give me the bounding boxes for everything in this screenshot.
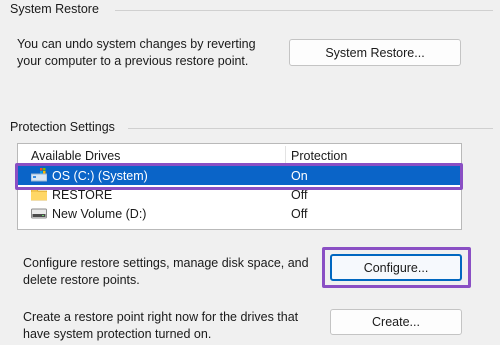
drive-icon	[31, 208, 47, 219]
configure-description-line2: delete restore points.	[23, 273, 140, 287]
drive-row-restore[interactable]: RESTORE Off	[18, 185, 461, 204]
drive-protection-status: Off	[291, 188, 308, 202]
system-restore-description-line1: You can undo system changes by reverting	[17, 37, 256, 51]
drive-row-os-c[interactable]: OS (C:) (System) On	[18, 166, 461, 185]
column-header-separator[interactable]	[285, 146, 286, 164]
drive-name: OS (C:) (System)	[52, 169, 148, 183]
system-restore-group-divider	[115, 10, 493, 11]
folder-icon	[30, 188, 48, 201]
system-drive-icon	[30, 168, 48, 182]
drive-protection-status: On	[291, 169, 308, 183]
drive-protection-status: Off	[291, 207, 308, 221]
column-header-available-drives[interactable]: Available Drives	[31, 149, 120, 163]
system-restore-description-line2: your computer to a previous restore poin…	[17, 54, 249, 68]
drive-name: RESTORE	[52, 188, 113, 202]
configure-description-line1: Configure restore settings, manage disk …	[23, 256, 309, 270]
drive-name: New Volume (D:)	[52, 207, 147, 221]
column-header-protection[interactable]: Protection	[291, 149, 347, 163]
create-description-line2: have system protection turned on.	[23, 327, 212, 341]
protection-settings-group-title: Protection Settings	[10, 120, 115, 134]
create-button[interactable]: Create...	[330, 309, 462, 335]
drives-list[interactable]: Available Drives Protection OS (C:) (Sys…	[17, 143, 462, 230]
create-description-line1: Create a restore point right now for the…	[23, 310, 299, 324]
create-description: Create a restore point right now for the…	[23, 309, 298, 343]
system-restore-description: You can undo system changes by reverting…	[17, 36, 256, 70]
system-restore-group-title: System Restore	[10, 2, 99, 16]
protection-settings-group-divider	[128, 128, 493, 129]
drive-row-new-volume-d[interactable]: New Volume (D:) Off	[18, 204, 461, 223]
system-restore-button[interactable]: System Restore...	[289, 39, 461, 66]
configure-description: Configure restore settings, manage disk …	[23, 255, 309, 289]
configure-button[interactable]: Configure...	[330, 254, 462, 281]
